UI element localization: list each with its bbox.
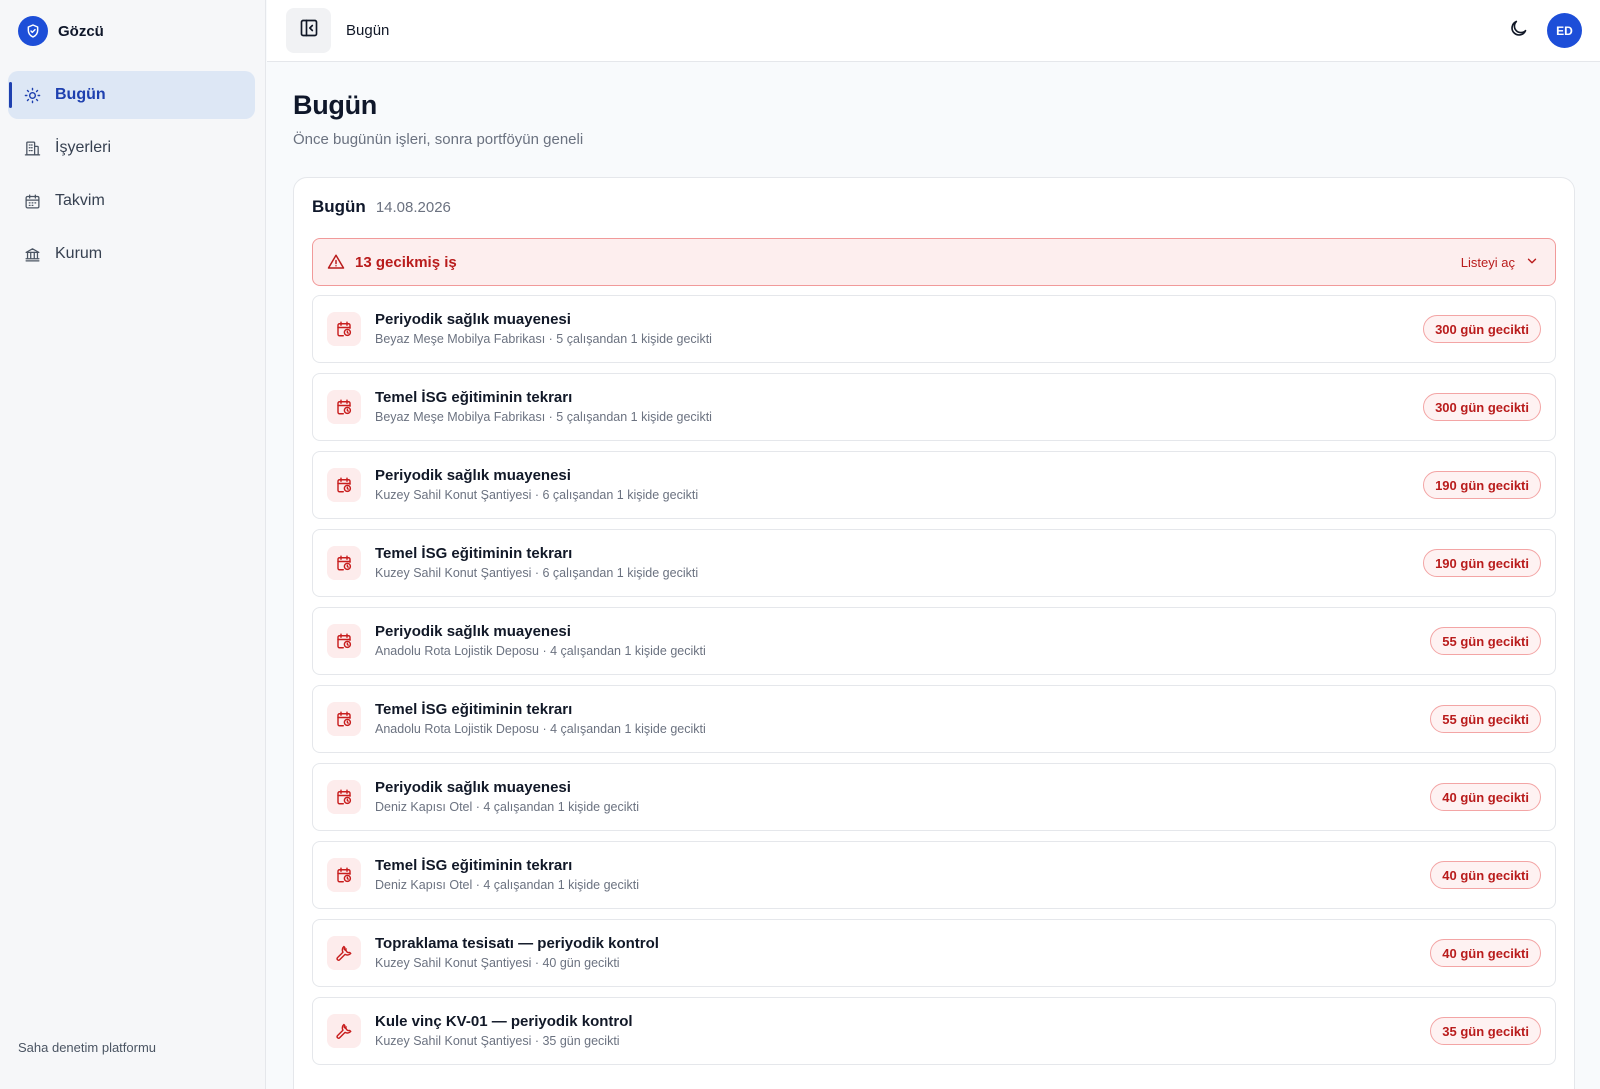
status-badge: 190 gün gecikti xyxy=(1423,549,1541,577)
chevron-down-icon xyxy=(1525,254,1539,271)
sidebar-item-label: Kurum xyxy=(55,245,103,262)
calendar-clock-icon xyxy=(327,624,361,658)
moon-icon xyxy=(1508,18,1529,44)
task-title: Kule vinç KV-01 — periyodik kontrol xyxy=(375,1013,633,1030)
task-subtitle: Kuzey Sahil Konut Şantiyesi · 6 çalışand… xyxy=(375,566,699,580)
sun-icon xyxy=(23,86,41,104)
card-header: Bugün 14.08.2026 xyxy=(312,197,451,217)
task-subtitle: Beyaz Meşe Mobilya Fabrikası · 5 çalışan… xyxy=(375,410,712,424)
building-icon xyxy=(23,139,41,157)
main-content: Bugün Önce bugünün işleri, sonra portföy… xyxy=(267,62,1600,1089)
card-date: 14.08.2026 xyxy=(375,199,451,216)
brand-name: Gözcü xyxy=(58,22,104,40)
list-item[interactable]: Kule vinç KV-01 — periyodik kontrol Kuze… xyxy=(312,997,1556,1065)
list-item[interactable]: Temel İSG eğitiminin tekrarı Deniz Kapıs… xyxy=(312,841,1556,909)
status-badge: 35 gün gecikti xyxy=(1430,1017,1541,1045)
theme-toggle-button[interactable] xyxy=(1501,14,1535,48)
task-title: Topraklama tesisatı — periyodik kontrol xyxy=(375,935,659,952)
avatar[interactable]: ED xyxy=(1547,13,1582,48)
sidebar-item-label: Takvim xyxy=(55,192,105,209)
open-list-label: Listeyi aç xyxy=(1460,254,1515,270)
overdue-count: 13 gecikmiş iş xyxy=(355,253,457,271)
list-item[interactable]: Temel İSG eğitiminin tekrarı Beyaz Meşe … xyxy=(312,373,1556,441)
card-title: Bugün xyxy=(312,197,366,216)
status-badge: 55 gün gecikti xyxy=(1430,627,1541,655)
sidebar-item-isyerleri[interactable]: İşyerleri xyxy=(8,124,255,172)
calendar-clock-icon xyxy=(327,858,361,892)
page-title: Bugün xyxy=(293,90,377,120)
sidebar-nav: Bugün İşyerleri Takvim Kurum xyxy=(0,62,265,278)
status-badge: 190 gün gecikti xyxy=(1423,471,1541,499)
task-title: Periyodik sağlık muayenesi xyxy=(375,467,571,484)
topbar-title: Bugün xyxy=(346,22,390,39)
task-subtitle: Deniz Kapısı Otel · 4 çalışandan 1 kişid… xyxy=(375,878,640,892)
shield-icon xyxy=(18,16,48,46)
sidebar-item-label: İşyerleri xyxy=(55,139,112,156)
task-title: Periyodik sağlık muayenesi xyxy=(375,311,571,328)
task-title: Periyodik sağlık muayenesi xyxy=(375,623,571,640)
task-subtitle: Kuzey Sahil Konut Şantiyesi · 40 gün gec… xyxy=(375,956,620,970)
status-badge: 55 gün gecikti xyxy=(1430,705,1541,733)
sidebar-item-label: Bugün xyxy=(55,86,106,103)
task-subtitle: Deniz Kapısı Otel · 4 çalışandan 1 kişid… xyxy=(375,800,640,814)
wrench-icon xyxy=(327,1014,361,1048)
task-title: Periyodik sağlık muayenesi xyxy=(375,779,571,796)
list-item[interactable]: Periyodik sağlık muayenesi Anadolu Rota … xyxy=(312,607,1556,675)
task-list: Periyodik sağlık muayenesi Beyaz Meşe Mo… xyxy=(312,295,1556,1075)
status-badge: 300 gün gecikti xyxy=(1423,315,1541,343)
list-item[interactable]: Periyodik sağlık muayenesi Kuzey Sahil K… xyxy=(312,451,1556,519)
status-badge: 40 gün gecikti xyxy=(1430,783,1541,811)
calendar-clock-icon xyxy=(327,468,361,502)
task-subtitle: Anadolu Rota Lojistik Deposu · 4 çalışan… xyxy=(375,644,706,658)
institution-icon xyxy=(23,245,41,263)
sidebar-footer: Saha denetim platformu xyxy=(18,1040,157,1055)
list-item[interactable]: Periyodik sağlık muayenesi Beyaz Meşe Mo… xyxy=(312,295,1556,363)
status-badge: 300 gün gecikti xyxy=(1423,393,1541,421)
list-item[interactable]: Topraklama tesisatı — periyodik kontrol … xyxy=(312,919,1556,987)
today-card: Bugün 14.08.2026 13 gecikmiş iş Listeyi … xyxy=(293,177,1575,1089)
sidebar-toggle-button[interactable] xyxy=(286,8,331,53)
calendar-icon xyxy=(23,192,41,210)
sidebar: Gözcü Bugün İşyerleri Takvim Kurum Saha … xyxy=(0,0,266,1089)
calendar-clock-icon xyxy=(327,780,361,814)
status-badge: 40 gün gecikti xyxy=(1430,861,1541,889)
calendar-clock-icon xyxy=(327,390,361,424)
calendar-clock-icon xyxy=(327,546,361,580)
task-title: Temel İSG eğitiminin tekrarı xyxy=(375,701,573,718)
overdue-alert[interactable]: 13 gecikmiş iş Listeyi aç xyxy=(312,238,1556,286)
task-subtitle: Kuzey Sahil Konut Şantiyesi · 35 gün gec… xyxy=(375,1034,620,1048)
calendar-clock-icon xyxy=(327,312,361,346)
task-subtitle: Kuzey Sahil Konut Şantiyesi · 6 çalışand… xyxy=(375,488,699,502)
page-subtitle: Önce bugünün işleri, sonra portföyün gen… xyxy=(293,131,584,148)
sidebar-item-bugun[interactable]: Bugün xyxy=(8,71,255,119)
list-item[interactable]: Temel İSG eğitiminin tekrarı Anadolu Rot… xyxy=(312,685,1556,753)
status-badge: 40 gün gecikti xyxy=(1430,939,1541,967)
sidebar-item-kurum[interactable]: Kurum xyxy=(8,230,255,278)
list-item[interactable]: Periyodik sağlık muayenesi Deniz Kapısı … xyxy=(312,763,1556,831)
open-list-button[interactable]: Listeyi aç xyxy=(1461,254,1539,271)
topbar: Bugün ED xyxy=(267,0,1600,62)
brand[interactable]: Gözcü xyxy=(0,0,265,62)
warning-icon xyxy=(327,253,345,271)
task-title: Temel İSG eğitiminin tekrarı xyxy=(375,857,573,874)
wrench-icon xyxy=(327,936,361,970)
task-title: Temel İSG eğitiminin tekrarı xyxy=(375,545,573,562)
task-title: Temel İSG eğitiminin tekrarı xyxy=(375,389,573,406)
list-item[interactable]: Temel İSG eğitiminin tekrarı Kuzey Sahil… xyxy=(312,529,1556,597)
panel-collapse-icon xyxy=(299,18,319,43)
calendar-clock-icon xyxy=(327,702,361,736)
task-subtitle: Beyaz Meşe Mobilya Fabrikası · 5 çalışan… xyxy=(375,332,712,346)
sidebar-item-takvim[interactable]: Takvim xyxy=(8,177,255,225)
task-subtitle: Anadolu Rota Lojistik Deposu · 4 çalışan… xyxy=(375,722,706,736)
